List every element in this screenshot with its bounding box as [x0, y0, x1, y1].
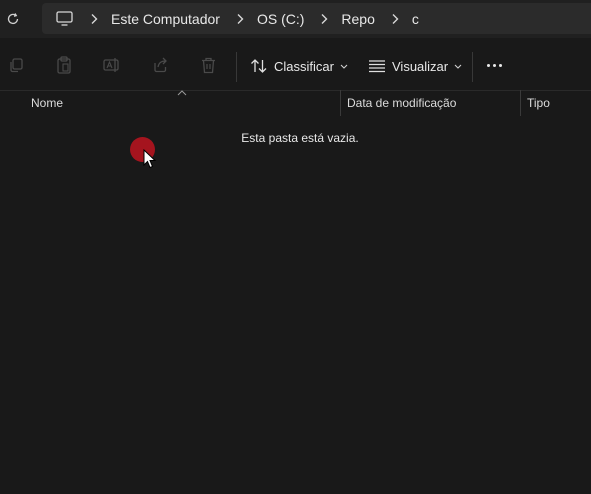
- file-explorer-window: Este Computador OS (C:) Repo c Classific…: [0, 0, 591, 494]
- paste-icon: [57, 56, 71, 74]
- computer-icon: [55, 11, 73, 26]
- empty-folder-message: Esta pasta está vazia.: [241, 131, 359, 145]
- address-row: Este Computador OS (C:) Repo c: [0, 0, 591, 38]
- chevron-down-icon: [454, 64, 462, 69]
- refresh-icon: [7, 13, 19, 25]
- rename-icon: [103, 58, 119, 72]
- sort-arrows-icon: [250, 58, 268, 74]
- more-options-button[interactable]: [487, 64, 502, 67]
- breadcrumb-drive-c[interactable]: OS (C:): [257, 11, 304, 27]
- sort-button[interactable]: Classificar: [250, 55, 348, 77]
- share-icon: [153, 57, 167, 73]
- share-button[interactable]: [151, 56, 169, 74]
- column-resize-handle[interactable]: [520, 90, 521, 116]
- breadcrumb-chevron-icon[interactable]: [387, 11, 403, 27]
- paste-button[interactable]: [55, 56, 73, 74]
- view-button-label: Visualizar: [392, 58, 449, 74]
- copy-icon: [10, 58, 23, 73]
- this-pc-button[interactable]: [54, 10, 74, 28]
- column-header-row: Nome Data de modificação Tipo: [0, 90, 591, 116]
- copy-button[interactable]: [7, 56, 25, 74]
- chevron-down-icon: [340, 64, 348, 69]
- column-header-name[interactable]: Nome: [31, 96, 63, 110]
- toolbar-divider: [472, 52, 473, 82]
- breadcrumb-this-pc[interactable]: Este Computador: [111, 11, 220, 27]
- toolbar-divider: [236, 52, 237, 82]
- view-list-icon: [368, 59, 386, 73]
- address-bar[interactable]: Este Computador OS (C:) Repo c: [42, 3, 591, 34]
- sort-button-label: Classificar: [274, 58, 334, 74]
- trash-icon: [201, 57, 215, 73]
- refresh-button[interactable]: [4, 10, 22, 28]
- sort-ascending-indicator-icon: [177, 90, 187, 96]
- mouse-cursor-icon: [143, 149, 157, 169]
- more-dots-icon: [487, 64, 490, 67]
- breadcrumb-chevron-icon[interactable]: [316, 11, 332, 27]
- delete-button[interactable]: [199, 56, 217, 74]
- column-header-date-modified[interactable]: Data de modificação: [347, 96, 456, 110]
- column-header-type[interactable]: Tipo: [527, 96, 550, 110]
- breadcrumb-current-folder[interactable]: c: [412, 11, 419, 27]
- breadcrumb-chevron-icon[interactable]: [86, 11, 102, 27]
- view-button[interactable]: Visualizar: [368, 55, 462, 77]
- column-resize-handle[interactable]: [340, 90, 341, 116]
- breadcrumb-chevron-icon[interactable]: [232, 11, 248, 27]
- command-bar: Classificar Visualizar: [0, 38, 591, 91]
- rename-button[interactable]: [103, 56, 121, 74]
- breadcrumb-repo[interactable]: Repo: [341, 11, 374, 27]
